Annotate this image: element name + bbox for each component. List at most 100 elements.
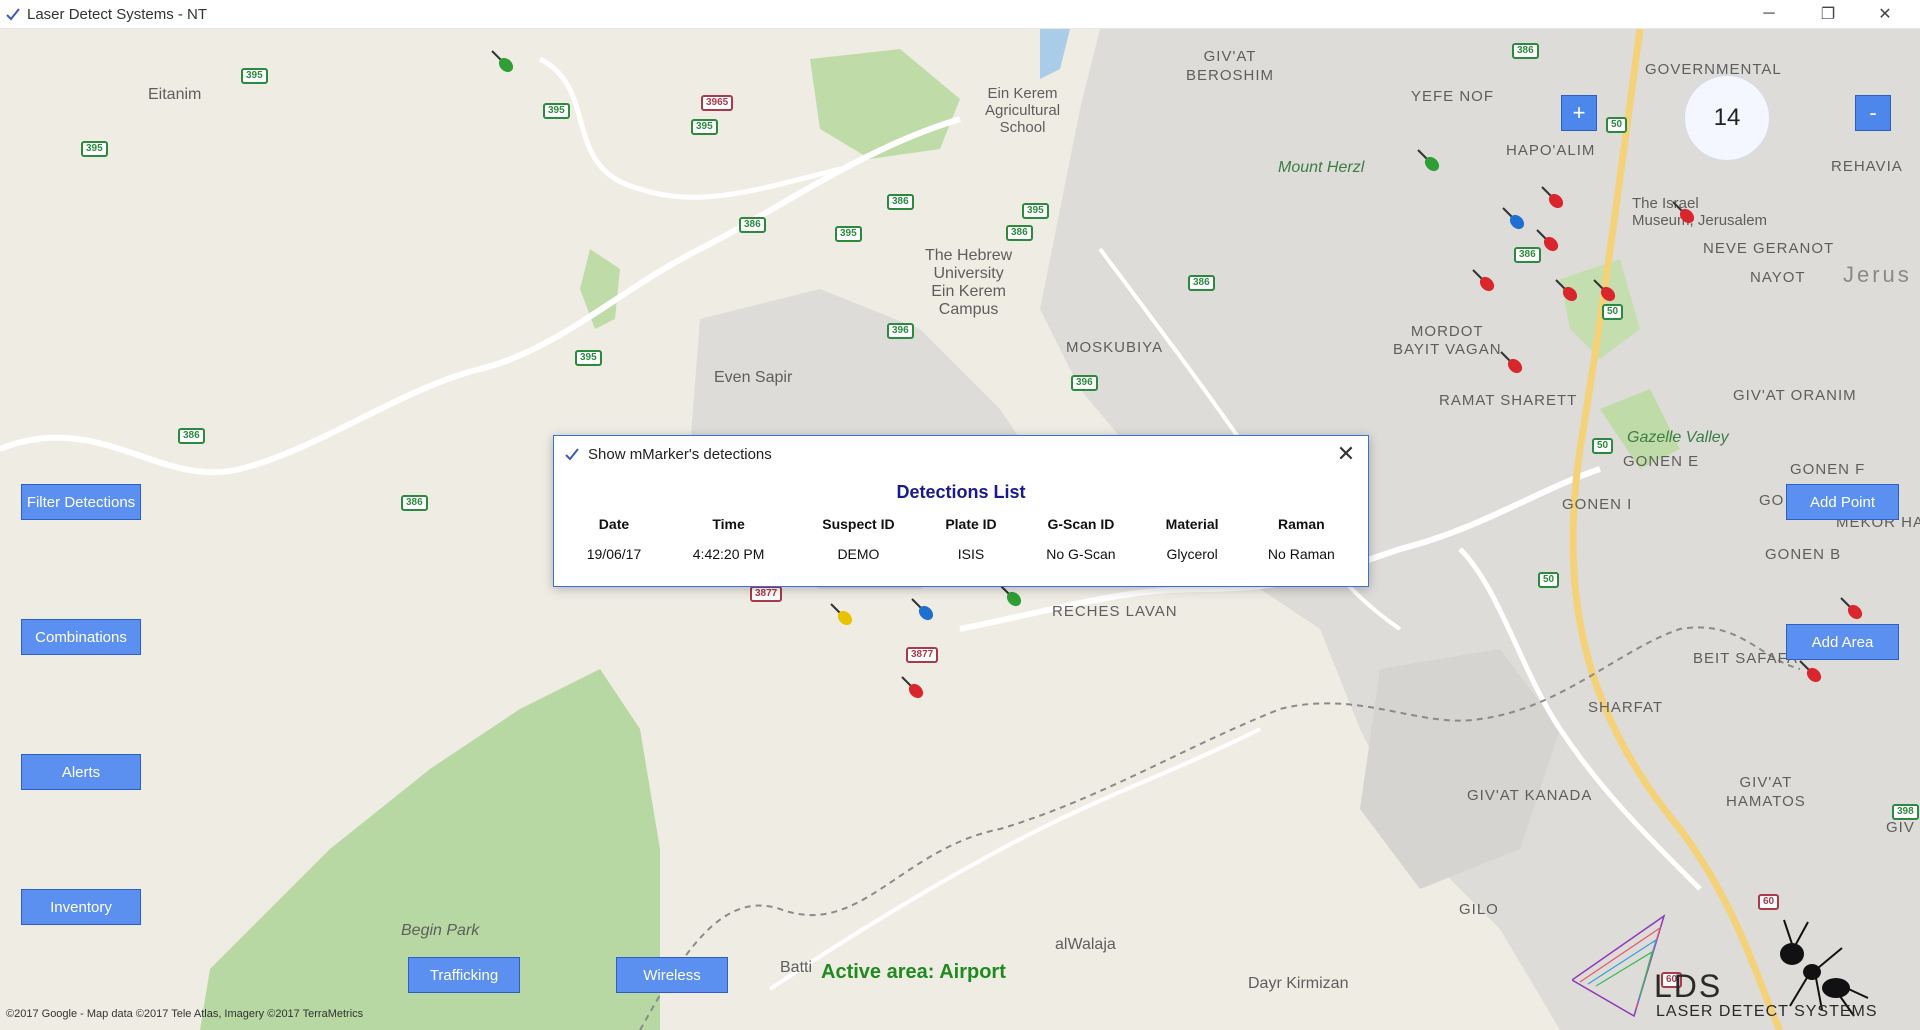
road-shield: 386 bbox=[739, 217, 766, 233]
road-shield: 50 bbox=[1602, 304, 1624, 320]
logo-lds-text: LDS bbox=[1654, 968, 1723, 1004]
pin-green-icon[interactable] bbox=[489, 48, 517, 76]
road-shield: 395 bbox=[691, 119, 718, 135]
add-area-button[interactable]: Add Area bbox=[1786, 624, 1899, 660]
wireless-button[interactable]: Wireless bbox=[616, 957, 728, 993]
road-shield: 50 bbox=[1592, 438, 1614, 454]
detections-dialog: Show mMarker's detections ✕ Detections L… bbox=[553, 435, 1369, 587]
table-row[interactable]: 19/06/17 4:42:20 PM DEMO ISIS No G-Scan … bbox=[564, 540, 1362, 568]
cell-date: 19/06/17 bbox=[586, 546, 642, 562]
pin-red-icon[interactable] bbox=[1797, 658, 1825, 686]
map-label-gonen-f: GONEN F bbox=[1790, 461, 1866, 478]
map-copyright: ©2017 Google - Map data ©2017 Tele Atlas… bbox=[6, 1008, 364, 1020]
road-shield: 395 bbox=[81, 141, 108, 157]
road-shield: 50 bbox=[1538, 572, 1560, 588]
map-label-reches-lavan: RECHES LAVAN bbox=[1052, 603, 1178, 620]
map-label-givat-kanada: GIV'AT KANADA bbox=[1467, 787, 1593, 804]
road-shield: 386 bbox=[1006, 225, 1033, 241]
close-window-button[interactable]: ✕ bbox=[1862, 0, 1908, 28]
road-shield: 3877 bbox=[750, 586, 783, 602]
map-label-israel-museum: The Israel Museum, Jerusalem bbox=[1632, 195, 1768, 229]
map-label-go: GO bbox=[1759, 492, 1785, 509]
road-shield: 396 bbox=[887, 323, 914, 339]
pin-red-icon[interactable] bbox=[1534, 227, 1562, 255]
cell-raman: No Raman bbox=[1267, 546, 1335, 562]
minimize-button[interactable]: ─ bbox=[1746, 0, 1792, 28]
map-label-eitanim: Eitanim bbox=[148, 86, 202, 103]
road-shield: 386 bbox=[178, 428, 205, 444]
column-header-time: Time bbox=[712, 516, 745, 532]
map-label-giv: GIV bbox=[1886, 819, 1915, 836]
map-label-mount-herzl: Mount Herzl bbox=[1278, 159, 1365, 176]
zoom-out-button[interactable]: - bbox=[1855, 95, 1891, 131]
column-header-gscan-id: G-Scan ID bbox=[1047, 516, 1115, 532]
road-shield: 3965 bbox=[701, 95, 734, 111]
pin-blue-icon[interactable] bbox=[909, 596, 937, 624]
map-label-ein-kerem-school: Ein Kerem Agricultural School bbox=[985, 85, 1061, 136]
column-header-date: Date bbox=[598, 516, 630, 532]
column-header-plate-id: Plate ID bbox=[945, 516, 997, 532]
pin-blue-icon[interactable] bbox=[1500, 205, 1528, 233]
pin-red-icon[interactable] bbox=[1838, 595, 1866, 623]
pin-red-icon[interactable] bbox=[1670, 199, 1698, 227]
road-shield: 386 bbox=[887, 194, 914, 210]
column-header-raman: Raman bbox=[1278, 516, 1325, 532]
road-shield: 395 bbox=[241, 68, 268, 84]
zoom-in-button[interactable]: + bbox=[1561, 95, 1597, 131]
map-label-even-sapir: Even Sapir bbox=[714, 369, 793, 386]
window-title: Laser Detect Systems - NT bbox=[27, 6, 208, 23]
column-header-material: Material bbox=[1165, 516, 1219, 532]
map-label-alwalaja: alWalaja bbox=[1055, 936, 1116, 953]
map-label-givat-hamatos: GIV'AT HAMATOS bbox=[1726, 774, 1806, 810]
alerts-button[interactable]: Alerts bbox=[21, 754, 141, 790]
map-label-mordot: MORDOT BAYIT VAGAN bbox=[1393, 323, 1502, 358]
map-label-nayot: NAYOT bbox=[1750, 269, 1806, 286]
pin-red-icon[interactable] bbox=[1470, 267, 1498, 295]
maximize-button[interactable]: ❐ bbox=[1805, 0, 1851, 28]
map-label-sharfat: SHARFAT bbox=[1588, 699, 1664, 716]
combinations-button[interactable]: Combinations bbox=[21, 619, 141, 655]
cell-time: 4:42:20 PM bbox=[692, 546, 765, 562]
map-label-hapoalim: HAPO'ALIM bbox=[1506, 142, 1596, 159]
active-area-label: Active area: Airport bbox=[821, 961, 1006, 983]
cell-material: Glycerol bbox=[1166, 546, 1218, 562]
map-label-hebrew-university: The Hebrew University Ein Kerem Campus bbox=[925, 247, 1013, 318]
app-icon bbox=[6, 8, 20, 21]
map-label-gazelle-valley: Gazelle Valley bbox=[1627, 429, 1729, 446]
filter-detections-button[interactable]: Filter Detections bbox=[21, 484, 141, 520]
pin-red-icon[interactable] bbox=[1539, 184, 1567, 212]
zoom-level-indicator: 14 bbox=[1684, 75, 1770, 161]
lds-logo: LDS LASER DETECT SYSTEMS bbox=[1572, 906, 1920, 1026]
map-label-givat-oranim: GIV'AT ORANIM bbox=[1733, 387, 1857, 404]
pin-green-icon[interactable] bbox=[1415, 147, 1443, 175]
pin-red-icon[interactable] bbox=[1591, 277, 1619, 305]
road-shield: 386 bbox=[1512, 43, 1539, 59]
map-label-yefe-nof: YEFE NOF bbox=[1411, 88, 1495, 105]
road-shield: 398 bbox=[1892, 804, 1919, 820]
detections-table: Date Time Suspect ID Plate ID G-Scan ID … bbox=[564, 512, 1362, 568]
pin-red-icon[interactable] bbox=[1498, 349, 1526, 377]
pin-yellow-icon[interactable] bbox=[828, 601, 856, 629]
map-label-neve-geranot: NEVE GERANOT bbox=[1703, 240, 1835, 257]
road-shield: 386 bbox=[1188, 275, 1215, 291]
trafficking-button[interactable]: Trafficking bbox=[408, 957, 520, 993]
road-shield: 3877 bbox=[906, 647, 939, 663]
map-label-governmental: GOVERNMENTAL bbox=[1645, 61, 1782, 78]
road-shield: 50 bbox=[1606, 117, 1628, 133]
pin-red-icon[interactable] bbox=[1553, 277, 1581, 305]
map-label-dayr-kirmizan: Dayr Kirmizan bbox=[1248, 975, 1349, 992]
dialog-close-button[interactable]: ✕ bbox=[1334, 442, 1358, 466]
logo-subtitle: LASER DETECT SYSTEMS bbox=[1656, 1003, 1878, 1020]
inventory-button[interactable]: Inventory bbox=[21, 889, 141, 925]
map-label-begin-park: Begin Park bbox=[401, 922, 480, 939]
table-header-row: Date Time Suspect ID Plate ID G-Scan ID … bbox=[564, 512, 1362, 540]
road-shield: 386 bbox=[401, 495, 428, 511]
map-label-givat-beroshim: GIV'AT BEROSHIM bbox=[1186, 48, 1275, 84]
map-label-batti: Batti bbox=[780, 959, 813, 976]
cell-suspect-id: DEMO bbox=[837, 546, 880, 562]
pin-red-icon[interactable] bbox=[899, 674, 927, 702]
cell-plate-id: ISIS bbox=[957, 546, 985, 562]
add-point-button[interactable]: Add Point bbox=[1786, 484, 1899, 520]
map-label-gonen-b: GONEN B bbox=[1765, 546, 1842, 563]
detections-list-heading: Detections List bbox=[896, 482, 1026, 502]
